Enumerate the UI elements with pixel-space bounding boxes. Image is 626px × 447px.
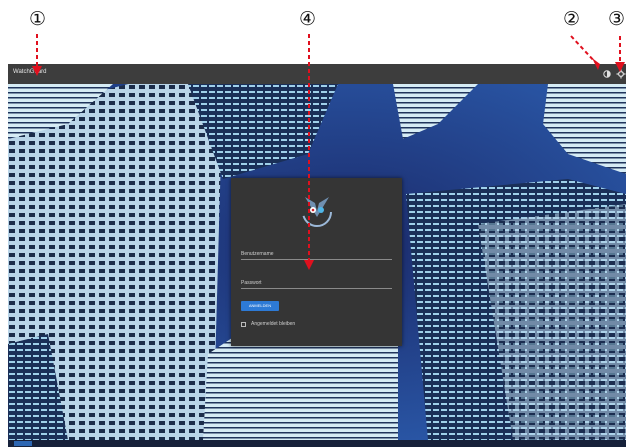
arrow-head-3	[615, 62, 625, 72]
callout-arrows	[32, 34, 625, 270]
arrow-head-4	[304, 260, 314, 270]
arrow-head-1	[32, 66, 42, 76]
arrow-head-2	[592, 58, 600, 70]
